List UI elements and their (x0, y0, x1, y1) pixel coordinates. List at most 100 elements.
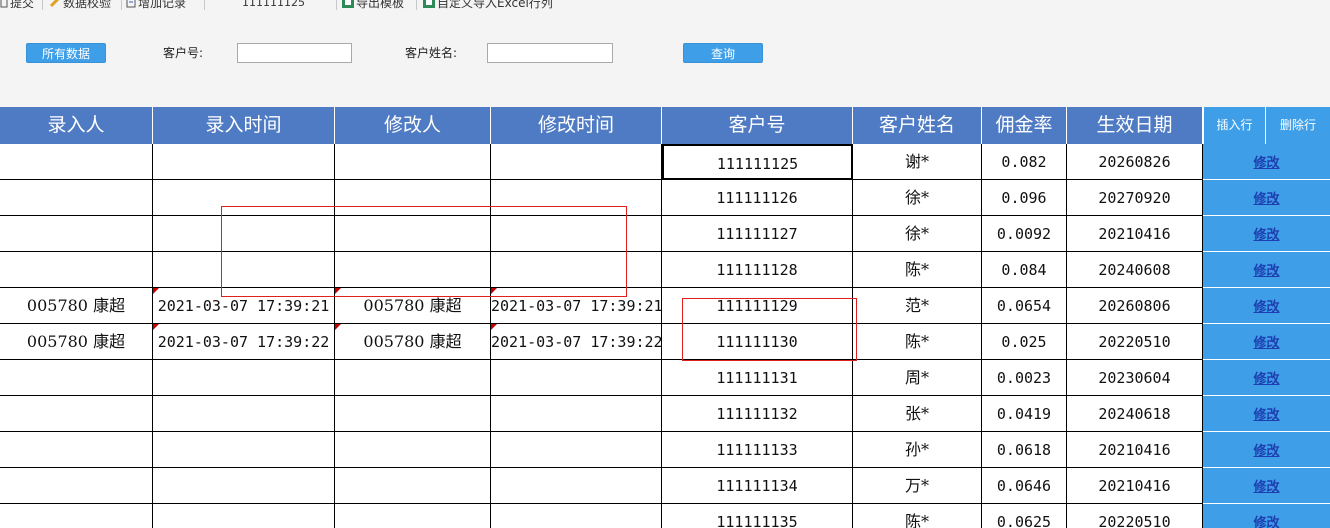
export-template-button[interactable]: 导出模板 (342, 0, 404, 11)
cell-effective-date[interactable]: 20210416 (1067, 216, 1203, 252)
cell-entered-at[interactable] (153, 396, 335, 432)
cell-entered-at[interactable]: 2021-03-07 17:39:22 (153, 324, 335, 360)
cell-effective-date[interactable]: 20240618 (1067, 396, 1203, 432)
cell-effective-date[interactable]: 20230604 (1067, 360, 1203, 396)
cell-modified-at[interactable] (491, 504, 662, 528)
cell-entered-at[interactable] (153, 504, 335, 528)
edit-link[interactable]: 修改 (1253, 336, 1279, 351)
cell-customer-name[interactable]: 孙* (853, 432, 982, 468)
cell-entered-by[interactable] (0, 216, 153, 252)
cell-entered-by[interactable] (0, 468, 153, 504)
cell-entered-at[interactable] (153, 252, 335, 288)
cell-rate[interactable]: 0.0023 (982, 360, 1067, 396)
cell-modified-at[interactable]: 2021-03-07 17:39:21 (491, 288, 662, 324)
edit-link[interactable]: 修改 (1253, 408, 1279, 423)
all-data-button[interactable]: 所有数据 (26, 43, 106, 63)
cell-entered-by[interactable] (0, 252, 153, 288)
add-record-button[interactable]: 增加记录 (126, 0, 186, 11)
cell-modified-at[interactable]: 2021-03-07 17:39:22 (491, 324, 662, 360)
cell-rate[interactable]: 0.025 (982, 324, 1067, 360)
edit-link[interactable]: 修改 (1253, 444, 1279, 459)
cell-entered-at[interactable] (153, 360, 335, 396)
cell-customer-name[interactable]: 张* (853, 396, 982, 432)
cell-entered-at[interactable] (153, 180, 335, 216)
cell-modified-by[interactable] (335, 360, 491, 396)
cell-rate[interactable]: 0.096 (982, 180, 1067, 216)
cell-entered-by[interactable]: 005780 康超 (0, 288, 153, 324)
cell-customer-no[interactable]: 111111132 (662, 396, 853, 432)
cell-modified-at[interactable] (491, 396, 662, 432)
record-id-field[interactable]: 111111125 (242, 0, 305, 11)
cell-modified-by[interactable] (335, 144, 491, 180)
edit-link[interactable]: 修改 (1253, 480, 1279, 495)
cell-modified-by[interactable] (335, 396, 491, 432)
cell-customer-no[interactable]: 111111135 (662, 504, 853, 528)
cell-rate[interactable]: 0.084 (982, 252, 1067, 288)
edit-link[interactable]: 修改 (1253, 192, 1279, 207)
cell-customer-name[interactable]: 陈* (853, 324, 982, 360)
edit-link[interactable]: 修改 (1253, 156, 1279, 171)
cell-customer-no[interactable]: 111111130 (662, 324, 853, 360)
cell-effective-date[interactable]: 20270920 (1067, 180, 1203, 216)
cell-modified-by[interactable]: 005780 康超 (335, 324, 491, 360)
cell-modified-at[interactable] (491, 180, 662, 216)
cell-entered-at[interactable] (153, 468, 335, 504)
cell-modified-by[interactable] (335, 216, 491, 252)
cell-effective-date[interactable]: 20220510 (1067, 324, 1203, 360)
cell-modified-by[interactable] (335, 252, 491, 288)
cell-effective-date[interactable]: 20260826 (1067, 144, 1203, 180)
cell-entered-by[interactable] (0, 504, 153, 528)
submit-button[interactable]: 提交 (0, 0, 34, 11)
cell-entered-at[interactable] (153, 144, 335, 180)
cell-rate[interactable]: 0.0625 (982, 504, 1067, 528)
cell-modified-by[interactable] (335, 504, 491, 528)
query-button[interactable]: 查询 (683, 43, 763, 63)
cell-modified-by[interactable] (335, 432, 491, 468)
cell-modified-by[interactable] (335, 180, 491, 216)
cell-customer-name[interactable]: 谢* (853, 144, 982, 180)
cell-customer-no[interactable]: 111111134 (662, 468, 853, 504)
cell-effective-date[interactable]: 20240608 (1067, 252, 1203, 288)
cell-effective-date[interactable]: 20260806 (1067, 288, 1203, 324)
edit-link[interactable]: 修改 (1253, 516, 1279, 528)
cell-modified-by[interactable] (335, 468, 491, 504)
cell-entered-by[interactable] (0, 144, 153, 180)
cell-customer-name[interactable]: 万* (853, 468, 982, 504)
cell-rate[interactable]: 0.0092 (982, 216, 1067, 252)
cell-effective-date[interactable]: 20210416 (1067, 432, 1203, 468)
cell-entered-by[interactable] (0, 360, 153, 396)
cell-modified-at[interactable] (491, 252, 662, 288)
cell-entered-at[interactable] (153, 432, 335, 468)
cell-customer-name[interactable]: 范* (853, 288, 982, 324)
edit-link[interactable]: 修改 (1253, 372, 1279, 387)
cell-customer-name[interactable]: 陈* (853, 252, 982, 288)
edit-link[interactable]: 修改 (1253, 264, 1279, 279)
cell-customer-name[interactable]: 陈* (853, 504, 982, 528)
cell-rate[interactable]: 0.082 (982, 144, 1067, 180)
cell-entered-by[interactable] (0, 396, 153, 432)
cell-rate[interactable]: 0.0618 (982, 432, 1067, 468)
cell-customer-no[interactable]: 111111131 (662, 360, 853, 396)
insert-row-button[interactable]: 插入行 (1203, 107, 1265, 144)
edit-link[interactable]: 修改 (1253, 228, 1279, 243)
cell-customer-no[interactable]: 111111127 (662, 216, 853, 252)
cell-customer-no[interactable]: 111111126 (662, 180, 853, 216)
cell-entered-at[interactable]: 2021-03-07 17:39:21 (153, 288, 335, 324)
cell-rate[interactable]: 0.0419 (982, 396, 1067, 432)
cell-entered-by[interactable] (0, 432, 153, 468)
cell-customer-name[interactable]: 徐* (853, 180, 982, 216)
cell-entered-by[interactable] (0, 180, 153, 216)
cell-modified-at[interactable] (491, 144, 662, 180)
customer-name-input[interactable] (487, 43, 613, 63)
customer-no-input[interactable] (237, 43, 352, 63)
cell-entered-by[interactable]: 005780 康超 (0, 324, 153, 360)
validate-button[interactable]: 数据校验 (49, 0, 111, 11)
cell-customer-no[interactable]: 111111133 (662, 432, 853, 468)
cell-customer-no[interactable]: 111111129 (662, 288, 853, 324)
cell-entered-at[interactable] (153, 216, 335, 252)
cell-modified-at[interactable] (491, 432, 662, 468)
custom-import-button[interactable]: 自定义导入Excel行列 (423, 0, 553, 11)
cell-customer-no[interactable]: 111111128 (662, 252, 853, 288)
cell-customer-name[interactable]: 徐* (853, 216, 982, 252)
cell-modified-at[interactable] (491, 360, 662, 396)
